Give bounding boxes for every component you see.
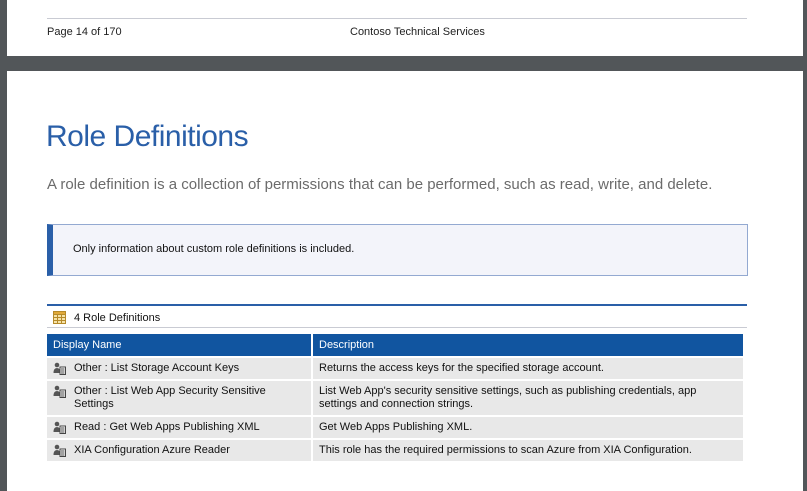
table-row: XIA Configuration Azure Reader This role… — [47, 440, 743, 461]
column-header-display-name: Display Name — [47, 334, 311, 356]
role-name: Other : List Web App Security Sensitive … — [74, 385, 266, 410]
page-title: Role Definitions — [46, 120, 249, 153]
description-cell: This role has the required permissions t… — [313, 440, 743, 461]
caption-divider — [47, 327, 747, 328]
column-header-description: Description — [313, 334, 743, 356]
footer-company: Contoso Technical Services — [350, 26, 485, 38]
table-row: Other : List Storage Account Keys Return… — [47, 358, 743, 379]
role-definition-icon — [53, 421, 66, 434]
role-definition-icon — [53, 362, 66, 375]
description-cell: Get Web Apps Publishing XML. — [313, 417, 743, 438]
display-name-cell: Other : List Storage Account Keys — [47, 358, 311, 379]
info-note-text: Only information about custom role defin… — [73, 243, 355, 255]
table-caption: 4 Role Definitions — [53, 311, 160, 324]
table-row: Other : List Web App Security Sensitive … — [47, 381, 743, 415]
page-subtitle: A role definition is a collection of per… — [47, 176, 713, 193]
role-definition-icon — [53, 444, 66, 457]
role-definition-icon — [53, 385, 66, 398]
page-number: Page 14 of 170 — [47, 26, 122, 38]
table-icon — [53, 311, 66, 324]
display-name-cell: XIA Configuration Azure Reader — [47, 440, 311, 461]
table-header-row: Display Name Description — [47, 334, 743, 356]
role-name: Read : Get Web Apps Publishing XML — [74, 421, 260, 433]
table-top-divider — [47, 304, 747, 306]
display-name-cell: Read : Get Web Apps Publishing XML — [47, 417, 311, 438]
info-note: Only information about custom role defin… — [47, 224, 748, 276]
description-cell: List Web App's security sensitive settin… — [313, 381, 743, 415]
role-name: Other : List Storage Account Keys — [74, 362, 240, 374]
table-row: Read : Get Web Apps Publishing XML Get W… — [47, 417, 743, 438]
display-name-cell: Other : List Web App Security Sensitive … — [47, 381, 311, 415]
footer-divider — [47, 18, 747, 19]
role-name: XIA Configuration Azure Reader — [74, 444, 230, 456]
current-page: Role Definitions A role definition is a … — [7, 71, 803, 491]
role-definitions-table: Display Name Description Other: List St… — [45, 332, 745, 463]
previous-page: Page 14 of 170 Contoso Technical Service… — [7, 0, 803, 56]
description-cell: Returns the access keys for the specifie… — [313, 358, 743, 379]
table-caption-text: 4 Role Definitions — [74, 311, 161, 324]
